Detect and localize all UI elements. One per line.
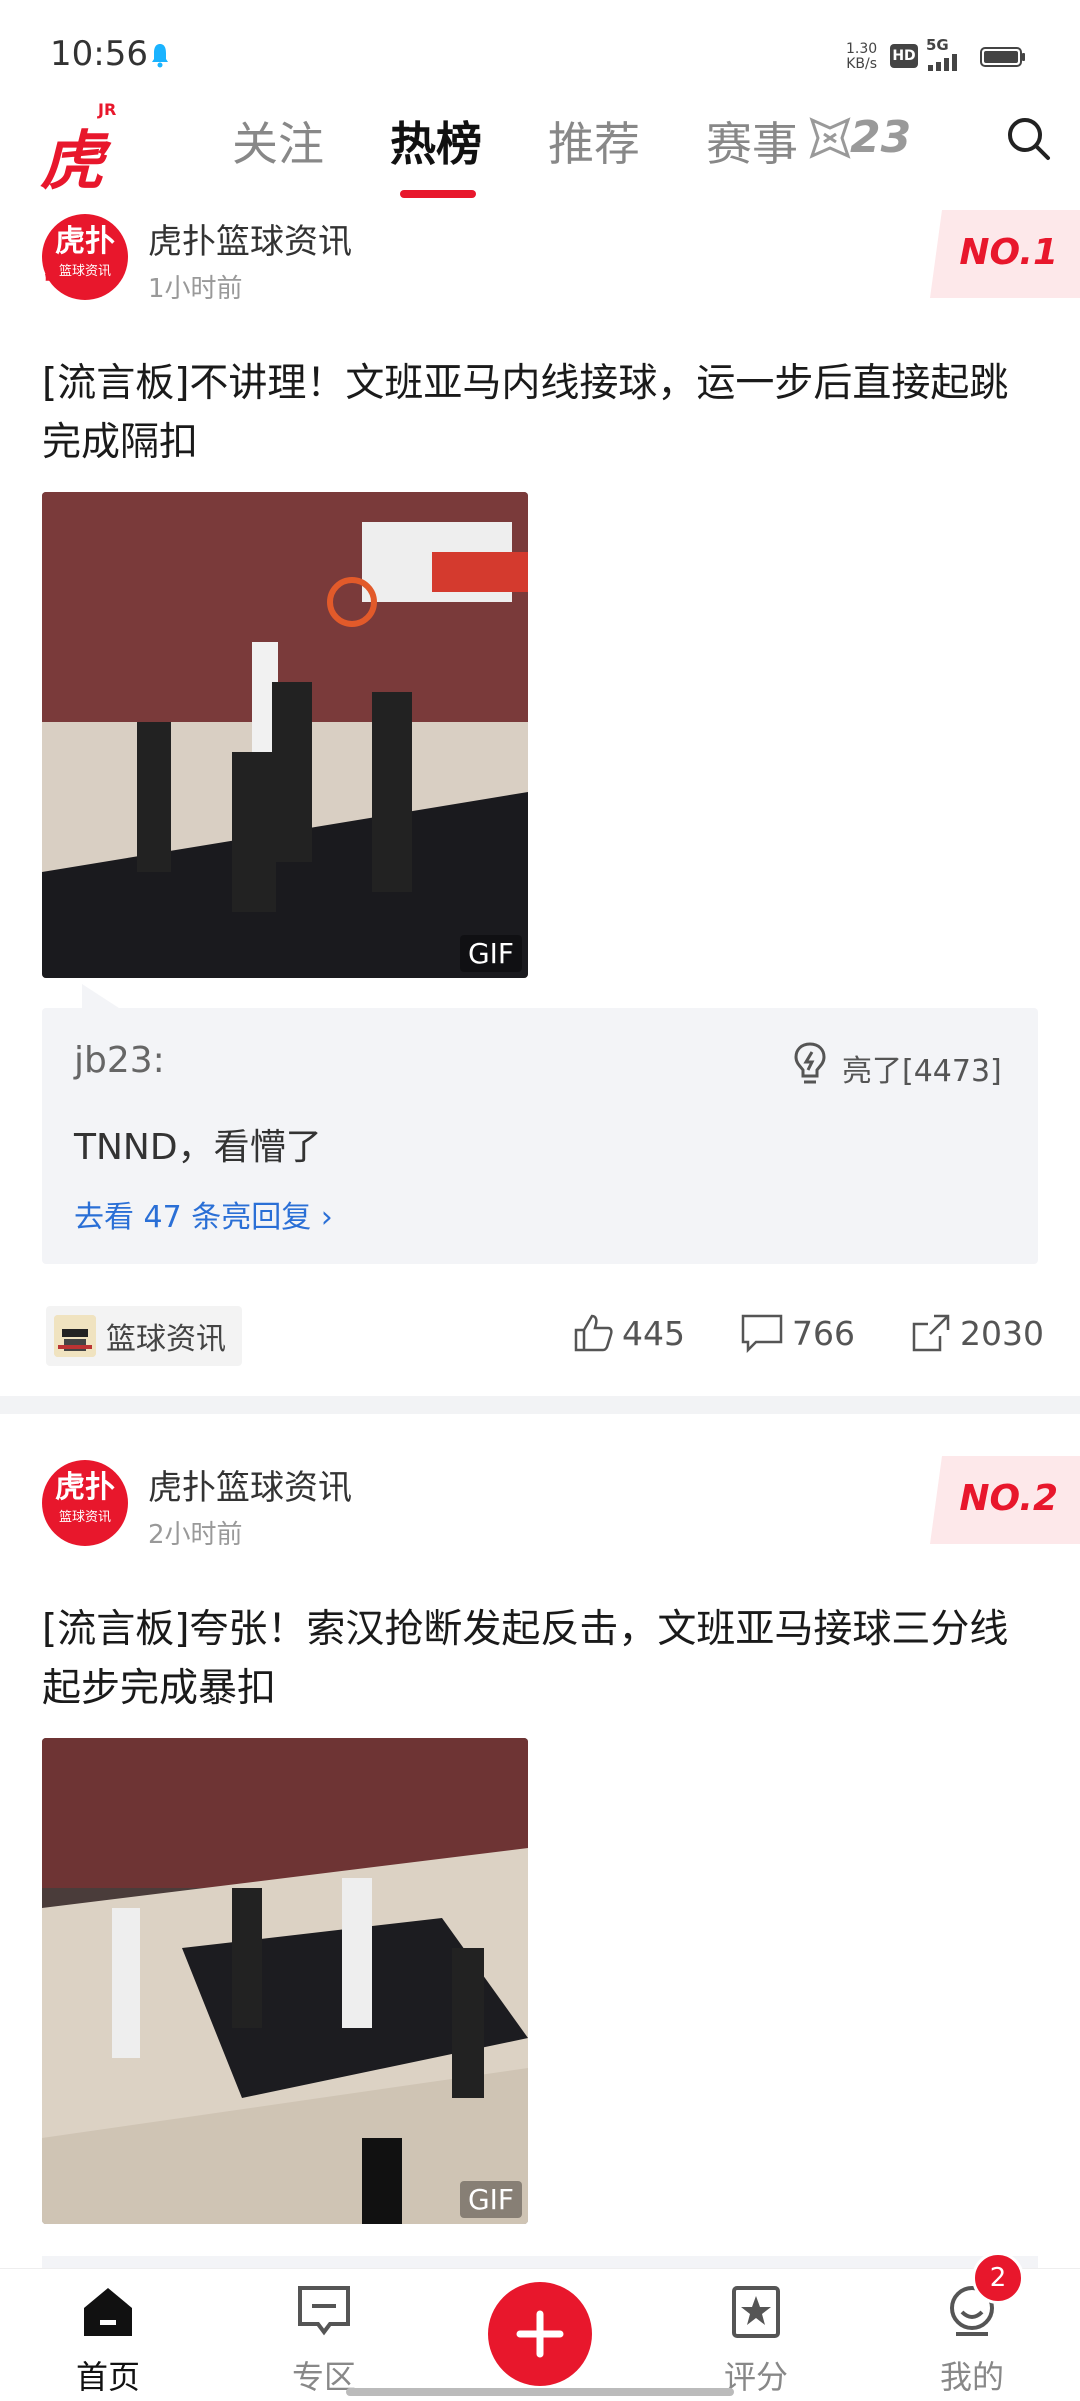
board-tag-icon: [54, 1315, 96, 1357]
comment-bubble-icon: [741, 1314, 783, 1354]
signal-icon: 5G: [926, 38, 966, 72]
rank-badge: NO.2: [930, 1456, 1080, 1544]
top-nav: [0, 96, 1080, 200]
share-button[interactable]: 2030: [910, 1312, 1044, 1354]
notification-badge: 2: [972, 2252, 1024, 2304]
post-media-gif[interactable]: GIF: [42, 492, 528, 978]
create-post-button[interactable]: [488, 2282, 592, 2386]
author-avatar[interactable]: 虎扑 篮球资讯: [42, 214, 128, 300]
post-title[interactable]: [流言板]夸张！索汉抢断发起反击，文班亚马接球三分线起步完成暴扣: [42, 1600, 1042, 1718]
author-name[interactable]: 虎扑篮球资讯: [148, 1460, 352, 1509]
hd-indicator: HD: [890, 44, 918, 68]
tab-hot[interactable]: 热榜: [390, 108, 482, 174]
author-name[interactable]: 虎扑篮球资讯: [148, 214, 352, 263]
post-time: 2小时前: [148, 1520, 243, 1550]
post-divider: [0, 1396, 1080, 1414]
post-media-gif[interactable]: GIF: [42, 1738, 528, 2224]
chat-board-icon: [298, 2286, 350, 2336]
basketball-scene-image: [42, 1738, 528, 2224]
trophy-emblem-icon: [809, 117, 851, 159]
author-avatar[interactable]: 虎扑 篮球资讯: [42, 1460, 128, 1546]
comment-notch: [82, 984, 122, 1010]
hupu-logo[interactable]: JR 虎扑: [40, 100, 140, 291]
nav-home[interactable]: 首页: [48, 2282, 168, 2398]
tab-recommend[interactable]: 推荐: [548, 108, 640, 174]
status-bar: 10:56 1.30 KB/s HD 5G: [0, 0, 1080, 100]
active-tab-indicator: [400, 190, 476, 198]
tab-follow[interactable]: 关注: [232, 108, 324, 174]
basketball-scene-image: [42, 492, 528, 978]
comment-username[interactable]: jb23:: [74, 1040, 165, 1081]
tab-events[interactable]: 赛事: [706, 108, 798, 174]
home-indicator[interactable]: [346, 2388, 734, 2396]
comment-text: TNND，看懵了: [74, 1127, 322, 1168]
nav-rating[interactable]: 评分: [696, 2282, 816, 2398]
event-badge: 23: [806, 110, 911, 166]
chevron-right-icon: ›: [320, 1200, 333, 1235]
rank-badge: NO.1: [930, 210, 1080, 298]
notification-bell-icon: [152, 44, 168, 68]
like-button[interactable]: 445: [572, 1312, 685, 1354]
thumbs-up-icon: [574, 1314, 613, 1352]
gif-tag: GIF: [459, 935, 522, 972]
board-tag[interactable]: 篮球资讯: [46, 1306, 242, 1366]
plus-icon: [516, 2310, 564, 2358]
battery-icon: [980, 47, 1025, 67]
network-speed: 1.30 KB/s: [846, 41, 878, 72]
view-replies-link[interactable]: 去看 47 条亮回复 ›: [74, 1192, 333, 1236]
search-icon[interactable]: [1006, 116, 1052, 162]
nav-zone[interactable]: 专区: [264, 2282, 384, 2398]
post-title[interactable]: [流言板]不讲理！文班亚马内线接球，运一步后直接起跳完成隔扣: [42, 354, 1042, 472]
nav-profile[interactable]: 我的: [912, 2282, 1032, 2398]
light-count[interactable]: 亮了[4473]: [842, 1046, 1002, 1090]
home-icon: [84, 2288, 132, 2336]
share-icon: [912, 1314, 950, 1352]
gif-tag: GIF: [459, 2181, 522, 2218]
status-time: 10:56: [50, 34, 148, 74]
comment-button[interactable]: 766: [740, 1312, 855, 1354]
post-time: 1小时前: [148, 274, 243, 304]
lightbulb-icon[interactable]: [790, 1040, 830, 1088]
star-rating-icon: [732, 2286, 780, 2338]
